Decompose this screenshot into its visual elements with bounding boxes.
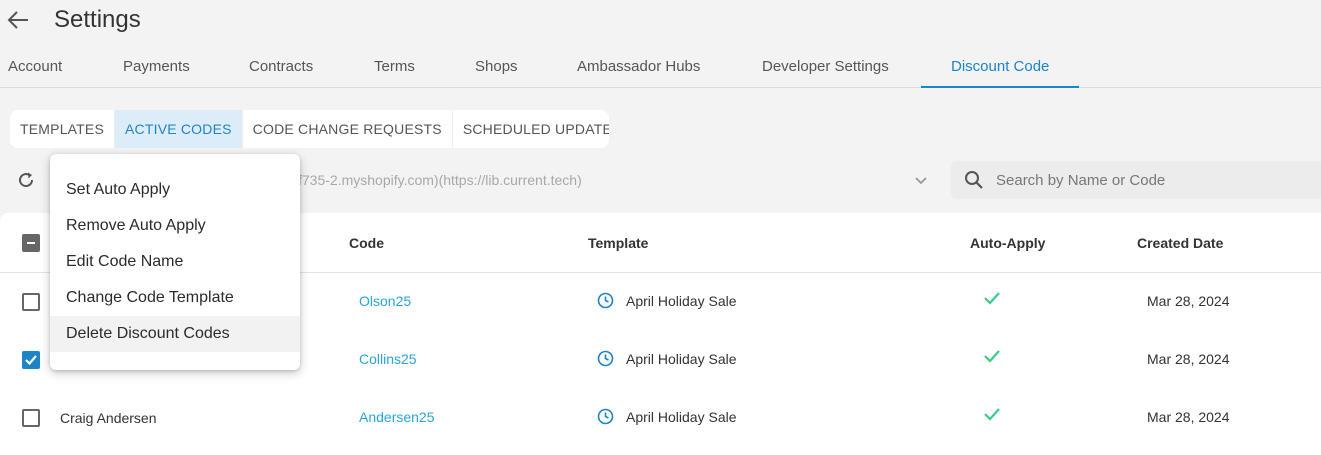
table-row[interactable]: Craig Andersen Andersen25 April Holiday … [0, 389, 1321, 447]
template-cell: April Holiday Sale [597, 408, 737, 425]
discount-subtabs: TEMPLATES ACTIVE CODES CODE CHANGE REQUE… [10, 110, 609, 148]
column-header-auto-apply[interactable]: Auto-Apply [970, 235, 1045, 251]
check-icon [983, 407, 1001, 424]
subtab-templates[interactable]: TEMPLATES [10, 110, 116, 148]
tab-terms[interactable]: Terms [374, 58, 415, 75]
tab-account[interactable]: Account [8, 58, 62, 75]
tab-shops[interactable]: Shops [475, 58, 518, 75]
tab-contracts[interactable]: Contracts [249, 58, 313, 75]
menu-item-delete-discount-codes[interactable]: Delete Discount Codes [50, 316, 300, 352]
refresh-icon[interactable] [15, 169, 37, 191]
tab-ambassador-hubs[interactable]: Ambassador Hubs [577, 58, 700, 75]
tab-discount-code[interactable]: Discount Code [951, 58, 1049, 75]
tab-developer-settings[interactable]: Developer Settings [762, 58, 889, 75]
created-date: Mar 28, 2024 [1147, 293, 1230, 309]
template-name: April Holiday Sale [626, 350, 737, 367]
search-input[interactable] [996, 161, 1316, 199]
row-checkbox[interactable] [22, 351, 40, 369]
page-header: Settings [0, 0, 1321, 42]
template-name: April Holiday Sale [626, 408, 737, 425]
clock-icon [597, 292, 614, 309]
menu-item-edit-code-name[interactable]: Edit Code Name [50, 244, 300, 280]
code-link[interactable]: Olson25 [359, 293, 411, 309]
search-icon [964, 170, 984, 195]
subtab-scheduled-updates[interactable]: SCHEDULED UPDATES [453, 110, 609, 148]
column-header-code[interactable]: Code [349, 235, 384, 251]
subtab-code-change-requests[interactable]: CODE CHANGE REQUESTS [243, 110, 453, 148]
shop-select-value: f735-2.myshopify.com)(https://lib.curren… [298, 172, 582, 188]
clock-icon [597, 408, 614, 425]
code-link[interactable]: Andersen25 [359, 409, 435, 425]
select-all-checkbox[interactable] [22, 234, 40, 252]
tab-payments[interactable]: Payments [123, 58, 190, 75]
bulk-actions-menu: Set Auto Apply Remove Auto Apply Edit Co… [50, 154, 300, 370]
checkmark-icon [25, 355, 37, 366]
clock-icon [597, 350, 614, 367]
row-checkbox[interactable] [22, 293, 40, 311]
ambassador-name: Craig Andersen [60, 410, 157, 426]
row-checkbox[interactable] [22, 409, 40, 427]
search-box [951, 161, 1321, 199]
chevron-down-icon [914, 173, 928, 191]
column-header-created-date[interactable]: Created Date [1137, 235, 1223, 251]
menu-item-change-code-template[interactable]: Change Code Template [50, 280, 300, 316]
created-date: Mar 28, 2024 [1147, 351, 1230, 367]
column-header-template[interactable]: Template [588, 235, 648, 251]
settings-tabs: Account Payments Contracts Terms Shops A… [0, 50, 1321, 88]
page-title: Settings [54, 6, 141, 33]
active-tab-indicator [921, 86, 1079, 88]
check-icon [983, 349, 1001, 366]
check-icon [983, 291, 1001, 308]
code-link[interactable]: Collins25 [359, 351, 417, 367]
template-name: April Holiday Sale [626, 292, 737, 309]
subtab-active-codes[interactable]: ACTIVE CODES [115, 110, 243, 148]
menu-item-set-auto-apply[interactable]: Set Auto Apply [50, 172, 300, 208]
template-cell: April Holiday Sale [597, 350, 737, 367]
template-cell: April Holiday Sale [597, 292, 737, 309]
menu-item-remove-auto-apply[interactable]: Remove Auto Apply [50, 208, 300, 244]
back-arrow-icon[interactable] [6, 8, 30, 32]
created-date: Mar 28, 2024 [1147, 409, 1230, 425]
